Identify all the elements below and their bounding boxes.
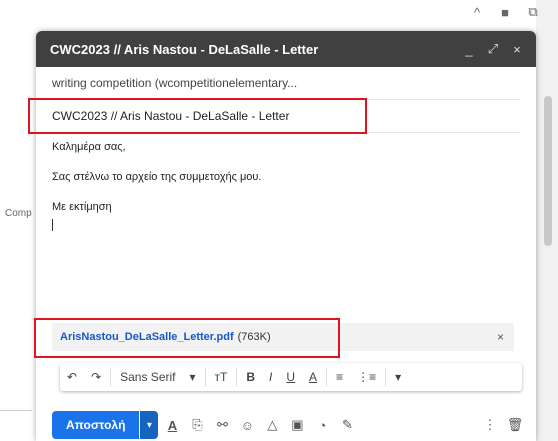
font-select[interactable]: Sans Serif xyxy=(113,370,182,384)
toolbar-divider xyxy=(326,368,328,386)
subject-highlight-box xyxy=(28,98,367,134)
drive-icon[interactable]: △ xyxy=(261,417,283,433)
recipients-field[interactable]: writing competition (wcompetitionelement… xyxy=(52,67,520,100)
text-cursor xyxy=(52,219,53,231)
delete-icon[interactable]: 🗑 xyxy=(504,417,526,433)
minimize-icon[interactable]: _ xyxy=(460,42,478,57)
send-options-icon[interactable]: ▾ xyxy=(140,411,159,439)
body-line-closing: Με εκτίμηση xyxy=(52,201,112,213)
compose-title: CWC2023 // Aris Nastou - DeLaSalle - Let… xyxy=(50,41,319,57)
toolbar-divider xyxy=(110,368,112,386)
compose-titlebar[interactable]: CWC2023 // Aris Nastou - DeLaSalle - Let… xyxy=(36,31,536,67)
message-body[interactable]: Καλημέρα σας, Σας στέλνω το αρχείο της σ… xyxy=(36,133,536,231)
open-new-window-icon[interactable]: ⧉ xyxy=(526,4,540,20)
undo-icon[interactable]: ↶ xyxy=(60,370,84,384)
formatting-options-icon[interactable]: A xyxy=(161,418,183,433)
align-icon[interactable]: ≡ xyxy=(329,370,350,384)
attach-file-icon[interactable]: ⎘ xyxy=(186,417,208,433)
chevron-down-icon[interactable]: ▾ xyxy=(182,370,202,384)
body-line-message: Σας στέλνω το αρχείο της συμμετοχής μου. xyxy=(52,171,262,183)
chevron-up-icon[interactable]: ^ xyxy=(470,5,484,20)
formatting-toolbar: ↶ ↷ Sans Serif ▾ тT B I U A ≡ ⋮≡ ▾ xyxy=(60,363,522,391)
toolbar-divider xyxy=(204,368,206,386)
redo-icon[interactable]: ↷ xyxy=(84,370,108,384)
background-compose-label: Comp xyxy=(5,208,32,219)
signature-icon[interactable]: ✎ xyxy=(336,417,358,433)
more-options-icon[interactable]: ⋮ xyxy=(479,417,501,433)
text-color-icon[interactable]: A xyxy=(302,370,324,384)
insert-photo-icon[interactable]: ▣ xyxy=(286,417,308,433)
italic-icon[interactable]: I xyxy=(262,370,279,384)
attachment-highlight-box xyxy=(34,318,340,358)
toolbar-divider xyxy=(236,368,238,386)
font-size-icon[interactable]: тT xyxy=(208,370,235,384)
list-icon[interactable]: ⋮≡ xyxy=(350,370,383,384)
print-icon[interactable]: ■ xyxy=(498,5,512,20)
body-line-greeting: Καλημέρα σας, xyxy=(52,141,126,153)
background-toolbar: ^ ■ ⧉ xyxy=(470,0,550,24)
background-scrollbar[interactable] xyxy=(544,96,552,246)
confidential-mode-icon[interactable]: ◔ xyxy=(311,418,333,433)
bold-icon[interactable]: B xyxy=(239,370,262,384)
fullscreen-icon[interactable]: ⤢ xyxy=(484,41,502,57)
emoji-icon[interactable]: ☺ xyxy=(236,418,258,433)
toolbar-divider xyxy=(385,368,387,386)
compose-bottom-toolbar: Αποστολή ▾ A ⎘ ⚯ ☺ △ ▣ ◔ ✎ ⋮ 🗑 xyxy=(52,411,526,439)
compose-window: CWC2023 // Aris Nastou - DeLaSalle - Let… xyxy=(36,31,536,441)
insert-link-icon[interactable]: ⚯ xyxy=(211,417,233,433)
send-button[interactable]: Αποστολή xyxy=(52,411,140,439)
remove-attachment-icon[interactable]: × xyxy=(497,330,504,344)
close-icon[interactable]: × xyxy=(508,42,526,57)
background-divider xyxy=(0,410,32,411)
more-formatting-icon[interactable]: ▾ xyxy=(388,370,408,384)
underline-icon[interactable]: U xyxy=(279,370,302,384)
